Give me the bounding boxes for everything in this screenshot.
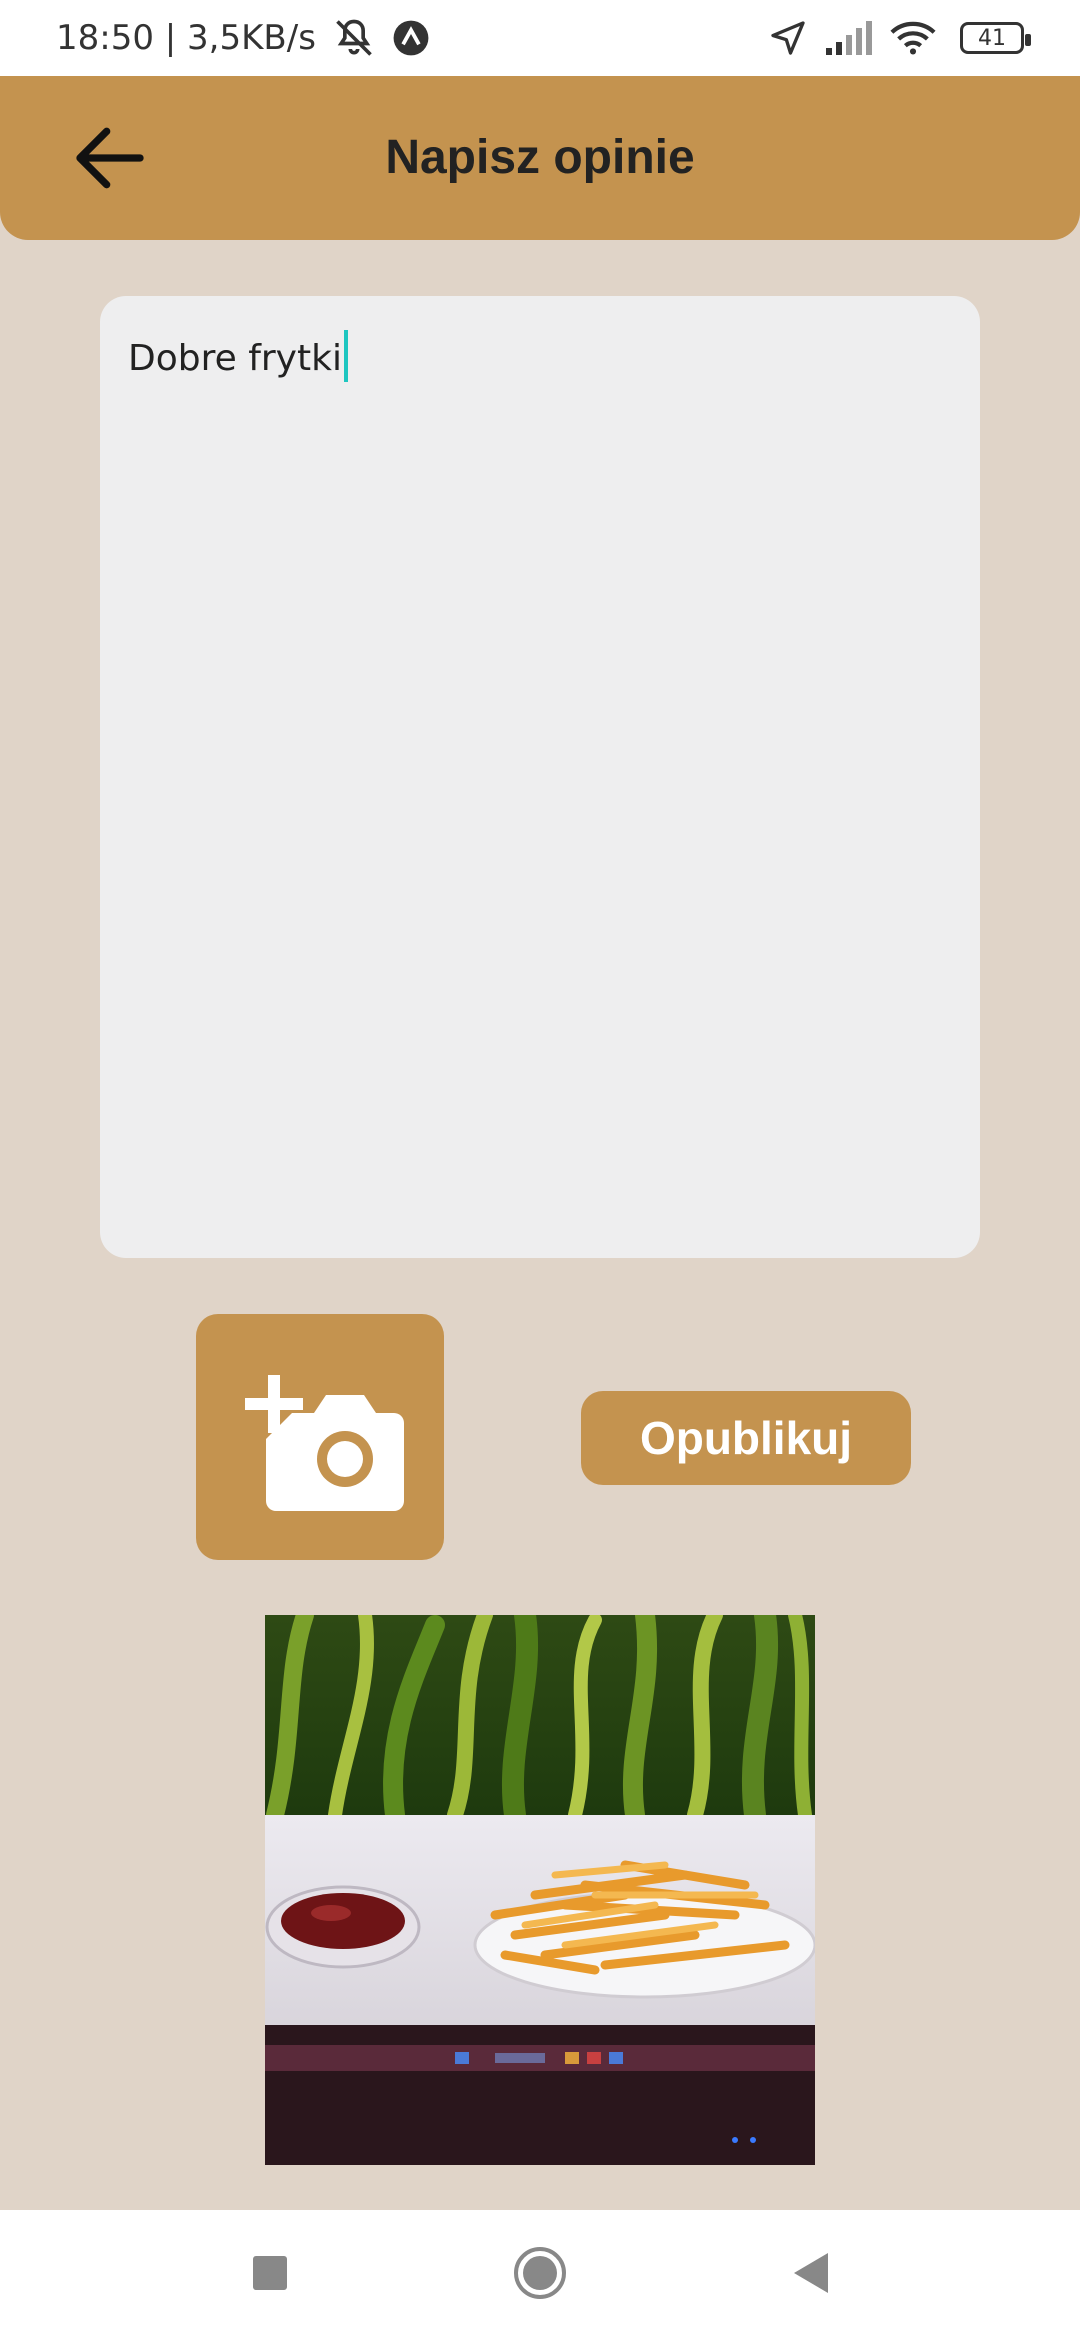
add-photo-button[interactable] — [196, 1314, 444, 1560]
battery-icon: 41 — [960, 22, 1031, 54]
recent-apps-button[interactable] — [235, 2240, 305, 2310]
home-button[interactable] — [505, 2240, 575, 2310]
recent-apps-icon — [252, 2255, 288, 2296]
wifi-icon — [890, 20, 936, 56]
status-right: 41 — [768, 18, 1031, 58]
status-bar: 18:50 | 3,5KB/s 41 — [0, 0, 1080, 76]
review-text-value: Dobre frytki — [128, 338, 342, 379]
navigation-bar — [0, 2210, 1080, 2340]
status-time-speed: 18:50 | 3,5KB/s — [56, 18, 316, 58]
battery-level: 41 — [978, 25, 1006, 51]
back-nav-button[interactable] — [775, 2240, 845, 2310]
back-triangle-icon — [790, 2251, 830, 2300]
status-left: 18:50 | 3,5KB/s — [56, 16, 430, 60]
signal-icon — [824, 20, 874, 56]
top-app-bar: Napisz opinie — [0, 76, 1080, 240]
publish-button[interactable]: Opublikuj — [581, 1391, 911, 1485]
home-icon — [512, 2245, 568, 2306]
text-caret — [343, 330, 348, 382]
bell-muted-icon — [332, 16, 376, 60]
location-arrow-icon — [768, 18, 808, 58]
add-photo-camera-icon — [230, 1355, 410, 1520]
photo-preview — [265, 1615, 815, 2165]
review-text-input[interactable]: Dobre frytki — [100, 296, 980, 1258]
app-notification-icon — [392, 19, 430, 57]
page-title: Napisz opinie — [385, 131, 695, 184]
